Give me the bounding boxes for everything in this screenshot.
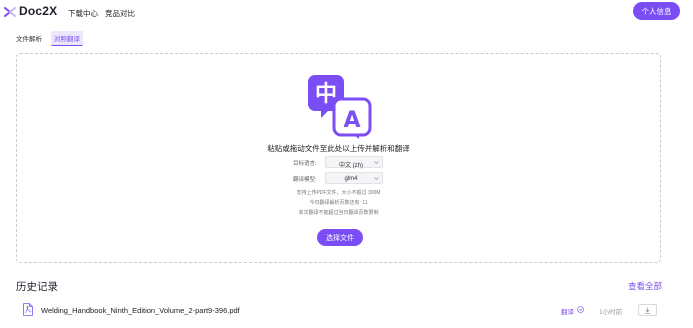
pdf-file-icon	[23, 303, 33, 316]
upload-size-note: 支持上传PDF文件，大小不超过 300M	[296, 190, 381, 196]
upload-drop-zone[interactable]: 中 A 粘贴或拖动文件至此处以上传并解析和翻译 目标语言: 中文 (zh) 翻译…	[16, 53, 661, 263]
choose-file-button[interactable]: 选择文件	[317, 229, 363, 246]
upload-headline: 粘贴或拖动文件至此处以上传并解析和翻译	[267, 144, 410, 153]
logo-icon	[4, 7, 16, 17]
target-language-label: 目标语言:	[293, 161, 317, 167]
nav-download-center[interactable]: 下载中心	[68, 8, 98, 19]
translation-model-row: 翻译模型: glm4	[282, 172, 402, 184]
top-bar: Doc2X 下载中心 竞品对比 个人信息	[0, 0, 693, 24]
tab-compare-translate[interactable]: 对照翻译	[51, 31, 83, 46]
tab-file-parse[interactable]: 文件解析	[16, 33, 42, 43]
nav-competitor-compare[interactable]: 竞品对比	[105, 8, 135, 19]
target-language-row: 目标语言: 中文 (zh)	[282, 156, 402, 169]
translation-model-select[interactable]: glm4	[325, 172, 383, 184]
target-language-value: 中文 (zh)	[338, 162, 363, 169]
history-status: 翻译	[561, 309, 574, 316]
history-time: 1小时前	[599, 309, 623, 316]
profile-button[interactable]: 个人信息	[633, 2, 680, 20]
history-title: 历史记录	[16, 281, 58, 293]
translate-icon: 中 A	[308, 75, 372, 139]
chevron-down-icon	[374, 161, 379, 164]
page-limit-note: 单次翻译不能超过当日翻译页数限制	[298, 210, 379, 216]
translation-model-label: 翻译模型:	[293, 177, 317, 183]
chevron-down-icon	[374, 177, 379, 180]
download-icon	[644, 307, 651, 314]
translate-icon-glyph-right: A	[343, 108, 360, 133]
download-button[interactable]	[638, 304, 657, 316]
target-language-select[interactable]: 中文 (zh)	[325, 156, 383, 169]
remaining-pages-note: 今日翻译解析页数还有: 11	[309, 200, 368, 206]
history-row[interactable]: Welding_Handbook_Ninth_Edition_Volume_2-…	[16, 300, 661, 322]
check-circle-icon	[577, 306, 584, 313]
app-logo-text[interactable]: Doc2X	[19, 4, 57, 18]
view-all-link[interactable]: 查看全部	[628, 280, 662, 292]
translation-model-value: glm4	[344, 175, 358, 182]
history-file-name[interactable]: Welding_Handbook_Ninth_Edition_Volume_2-…	[41, 306, 240, 315]
